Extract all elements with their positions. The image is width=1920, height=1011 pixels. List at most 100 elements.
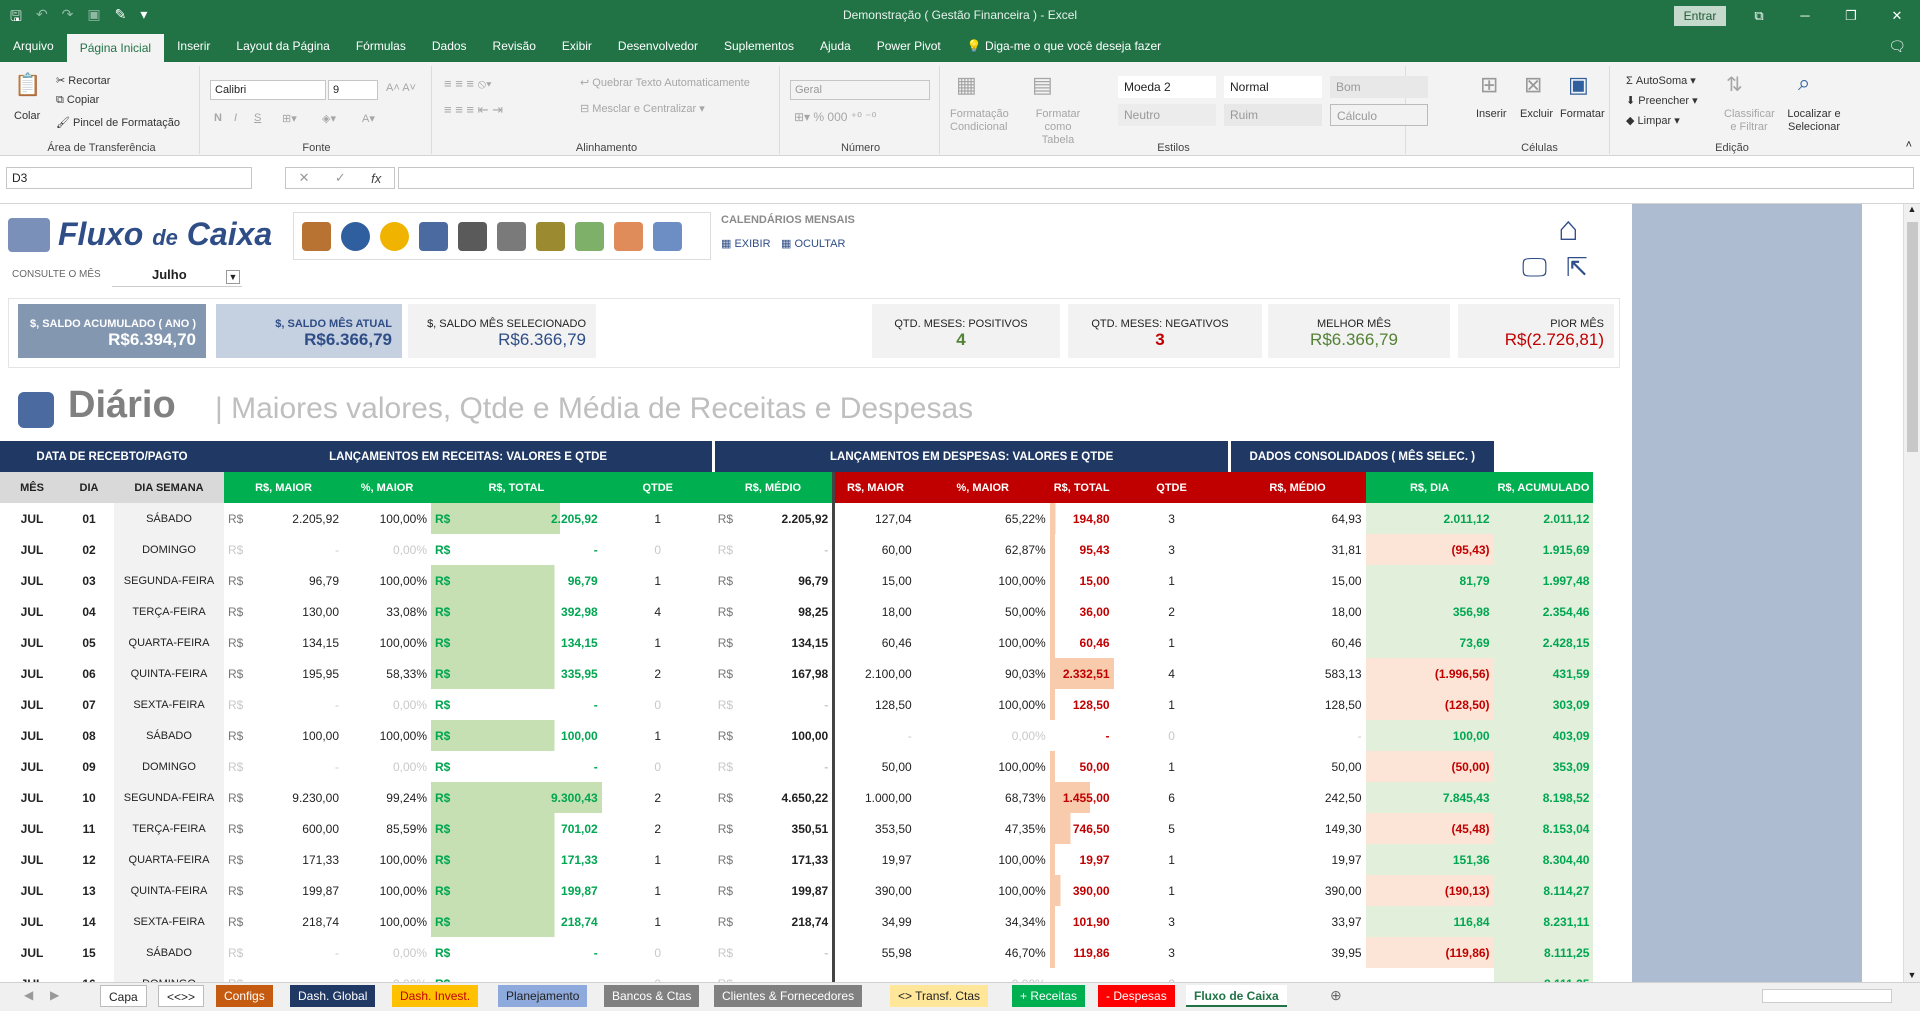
cell-mes[interactable]: JUL	[0, 720, 64, 751]
cell-mes[interactable]: JUL	[0, 658, 64, 689]
cell-des-qtde[interactable]: 0	[1114, 968, 1230, 983]
underline-button[interactable]: S	[254, 112, 261, 124]
cell-rec-maior[interactable]: 218,74	[279, 906, 343, 937]
cell-des-maior[interactable]: 55,98	[834, 937, 916, 968]
cell-dia-semana[interactable]: QUARTA-FEIRA	[114, 844, 224, 875]
monitor-icon[interactable]: 🖵	[1522, 252, 1547, 284]
cell-des-maior[interactable]: 390,00	[834, 875, 916, 906]
tab-exibir[interactable]: Exibir	[549, 31, 605, 62]
cell-dia[interactable]: 03	[64, 565, 114, 596]
cell-des-total[interactable]: 194,80	[1049, 503, 1114, 534]
delete-cells-icon[interactable]: ⊠	[1524, 72, 1542, 98]
receipt-orange-icon[interactable]	[614, 221, 643, 251]
fill-color-icon[interactable]: ◈▾	[322, 112, 336, 125]
cancel-icon[interactable]: ✕	[299, 170, 310, 186]
cell-des-maior[interactable]: 60,00	[834, 534, 916, 565]
horizontal-scrollbar[interactable]	[1762, 989, 1892, 1003]
clear-button[interactable]: ◆ Limpar ▾	[1626, 114, 1680, 127]
cell-rec-total[interactable]: 335,95	[547, 658, 602, 689]
cell-rec-maior[interactable]: 199,87	[279, 875, 343, 906]
table-row[interactable]: JUL 01 SÁBADO R$ 2.205,92 100,00% R$ 2.205,92 1 R…	[0, 503, 1594, 534]
cell-dia[interactable]: 15	[64, 937, 114, 968]
font-size-select[interactable]: 9	[328, 80, 378, 100]
cell-rec-qtde[interactable]: 1	[602, 844, 714, 875]
cell-des-total[interactable]: 50,00	[1049, 751, 1114, 782]
cell-rs-dia[interactable]: (190,13)	[1365, 875, 1494, 906]
sheet-tab-dash-global[interactable]: Dash. Global	[290, 985, 376, 1007]
cell-des-pct[interactable]: 50,00%	[916, 596, 1050, 627]
cell-dia[interactable]: 13	[64, 875, 114, 906]
receipt-green-icon[interactable]	[575, 221, 604, 251]
col-des-pct[interactable]: %, MAIOR	[915, 472, 1050, 503]
cell-rec-total[interactable]: 96,79	[547, 565, 602, 596]
style-ruim[interactable]: Ruim	[1224, 104, 1322, 126]
restore-icon[interactable]: ❐	[1828, 0, 1874, 31]
horizontal-align-icons[interactable]: ≡ ≡ ≡ ⇤ ⇥	[444, 102, 503, 118]
cell-rs-dia[interactable]: 2.011,12	[1365, 503, 1494, 534]
conditional-format-icon[interactable]: ▦	[956, 72, 977, 98]
cell-rec-pct[interactable]: 99,24%	[343, 782, 431, 813]
chevron-down-icon[interactable]: ▼	[226, 270, 240, 284]
building-icon[interactable]	[497, 221, 526, 251]
col-rec-qtde[interactable]: QTDE	[601, 472, 714, 503]
cell-des-maior[interactable]: 2.100,00	[834, 658, 916, 689]
cell-rec-qtde[interactable]: 4	[602, 596, 714, 627]
col-des-total[interactable]: R$, TOTAL	[1049, 472, 1114, 503]
cell-des-qtde[interactable]: 1	[1114, 875, 1230, 906]
sheet-tab-transf[interactable]: <> Transf. Ctas	[890, 985, 989, 1007]
style-normal[interactable]: Normal	[1224, 76, 1322, 98]
cell-rs-acumulado[interactable]: 1.997,48	[1493, 565, 1594, 596]
cell-dia[interactable]: 16	[64, 968, 114, 983]
style-moeda2[interactable]: Moeda 2	[1118, 76, 1216, 98]
cell-rec-medio[interactable]: -	[767, 689, 836, 720]
cell-des-pct[interactable]: 100,00%	[916, 751, 1050, 782]
cell-rs-acumulado[interactable]: 2.354,46	[1493, 596, 1594, 627]
tab-formulas[interactable]: Fórmulas	[343, 31, 419, 62]
col-des-medio[interactable]: R$, MÉDIO	[1229, 472, 1366, 503]
cell-des-medio[interactable]: 50,00	[1230, 751, 1366, 782]
table-row[interactable]: JUL 09 DOMINGO R$ -0,00% R$ -0 R$ -50,00 100,00% 5…	[0, 751, 1594, 782]
cell-rec-total[interactable]: 134,15	[547, 627, 602, 658]
cell-mes[interactable]: JUL	[0, 751, 64, 782]
cell-dia-semana[interactable]: SÁBADO	[114, 720, 224, 751]
cell-des-maior[interactable]: 128,50	[834, 689, 916, 720]
cell-des-total[interactable]: 60,46	[1049, 627, 1114, 658]
cell-rec-maior[interactable]: 130,00	[279, 596, 343, 627]
cell-rec-total[interactable]: 392,98	[547, 596, 602, 627]
cell-dia-semana[interactable]: DOMINGO	[114, 534, 224, 565]
fill-button[interactable]: ⬇ Preencher ▾	[1626, 94, 1698, 107]
cell-rs-dia[interactable]: (119,86)	[1365, 937, 1494, 968]
cell-rec-medio[interactable]: 4.650,22	[767, 782, 836, 813]
cell-rec-maior[interactable]: -	[279, 751, 343, 782]
cell-des-medio[interactable]: 64,93	[1230, 503, 1366, 534]
cell-rec-total[interactable]: -	[547, 751, 602, 782]
cell-des-medio[interactable]: 19,97	[1230, 844, 1366, 875]
cell-rec-medio[interactable]: 167,98	[767, 658, 836, 689]
cell-des-qtde[interactable]: 4	[1114, 658, 1230, 689]
cell-rs-dia[interactable]: -	[1366, 968, 1494, 983]
cell-rec-qtde[interactable]: 1	[602, 627, 714, 658]
cell-des-medio[interactable]: 128,50	[1230, 689, 1366, 720]
table-row[interactable]: JUL 03 SEGUNDA-FEIRA R$ 96,79 100,00% R$ 96,79 1…	[0, 565, 1594, 596]
cell-rec-maior[interactable]: -	[279, 968, 343, 983]
cut-button[interactable]: ✂ Recortar	[56, 74, 110, 87]
cell-dia-semana[interactable]: DOMINGO	[114, 751, 224, 782]
borders-icon[interactable]: ⊞▾	[282, 112, 297, 125]
export-icon[interactable]: ⇱	[1566, 252, 1588, 283]
cell-des-maior[interactable]: -	[834, 968, 916, 983]
cell-rec-pct[interactable]: 0,00%	[343, 689, 431, 720]
cell-des-pct[interactable]: 0,00%	[916, 968, 1050, 983]
sheet-tab-separator[interactable]: <<>>	[158, 985, 205, 1007]
cell-dia[interactable]: 10	[64, 782, 114, 813]
conditional-format-button[interactable]: Formatação Condicional	[950, 108, 1009, 134]
sheet-tab-fluxo-caixa[interactable]: Fluxo de Caixa	[1186, 985, 1287, 1007]
cell-rs-dia[interactable]: 81,79	[1365, 565, 1494, 596]
cell-rec-qtde[interactable]: 0	[602, 751, 714, 782]
delete-cells-button[interactable]: Excluir	[1520, 108, 1553, 120]
dashboard-icon[interactable]	[419, 221, 448, 251]
cell-dia-semana[interactable]: SEGUNDA-FEIRA	[114, 565, 224, 596]
cell-rec-pct[interactable]: 100,00%	[343, 720, 431, 751]
cell-rec-maior[interactable]: 96,79	[279, 565, 343, 596]
cell-rec-qtde[interactable]: 0	[602, 689, 714, 720]
table-row[interactable]: JUL 06 QUINTA-FEIRA R$ 195,95 58,33% R$ 335,95 2…	[0, 658, 1594, 689]
